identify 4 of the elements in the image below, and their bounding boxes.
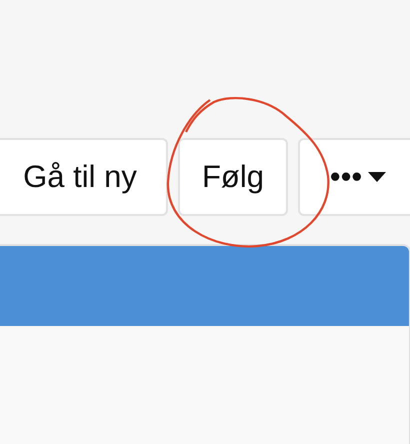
- toolbar-button[interactable]: Følg: [178, 138, 288, 216]
- caret-icon: [368, 171, 386, 183]
- toolbar-button[interactable]: Gå til ny: [0, 138, 168, 216]
- more-menu-button[interactable]: •••: [298, 138, 410, 216]
